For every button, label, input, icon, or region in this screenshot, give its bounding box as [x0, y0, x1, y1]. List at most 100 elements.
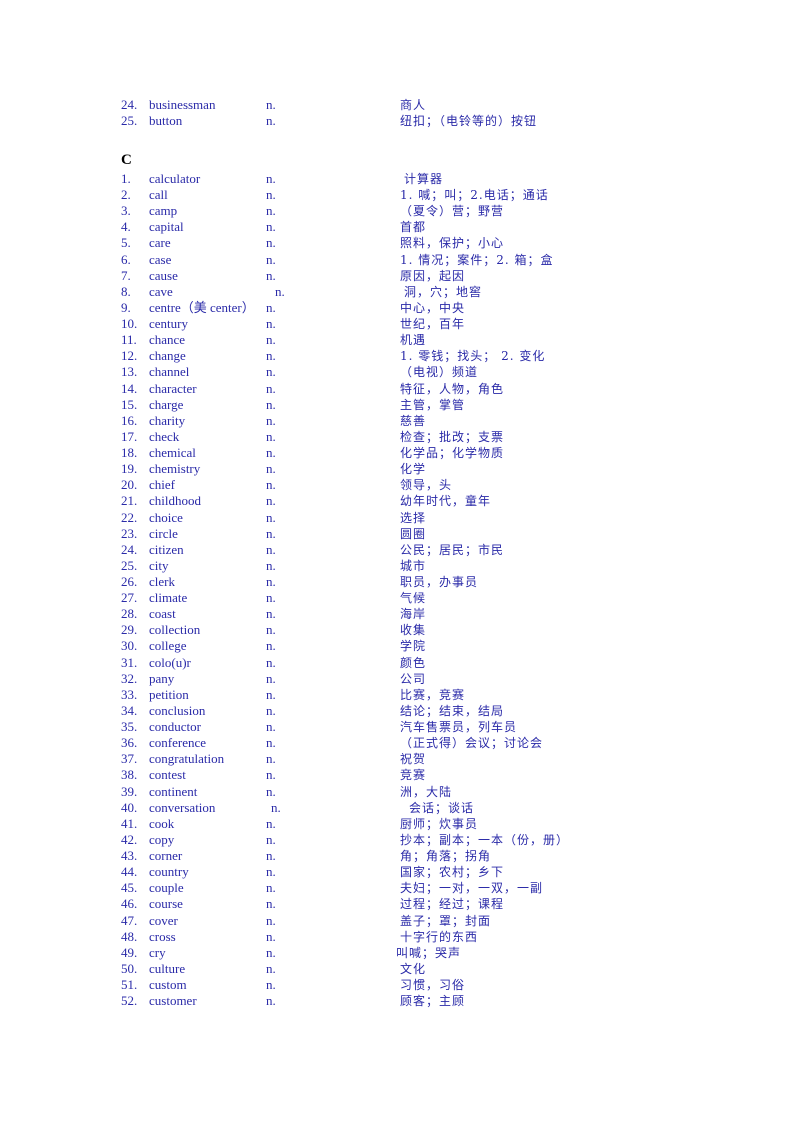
entry-word: continent — [149, 784, 198, 799]
vocab-entry: 34. conclusion n. 结论；结束，结局 — [0, 703, 800, 719]
vocab-entry: 51. custom n. 习惯，习俗 — [0, 977, 800, 993]
entry-number: 22. — [121, 510, 138, 525]
entry-pos: n. — [266, 896, 276, 911]
entry-number: 35. — [121, 719, 138, 734]
entry-word: chief — [149, 477, 175, 492]
entry-meaning: 盖子；罩；封面 — [400, 914, 492, 928]
entry-word: chemical — [149, 445, 196, 460]
vocab-entry: 22. choice n. 选择 — [0, 510, 800, 526]
entry-pos: n. — [266, 671, 276, 686]
vocab-entry: 33. petition n. 比赛，竞赛 — [0, 687, 800, 703]
entry-meaning: 洲，大陆 — [400, 785, 453, 799]
entry-word: conductor — [149, 719, 201, 734]
entry-pos: n. — [266, 977, 276, 992]
vocab-entry: 41. cook n. 厨师；炊事员 — [0, 816, 800, 832]
entry-meaning: 化学 — [400, 462, 427, 476]
entry-word: channel — [149, 364, 190, 379]
entry-number: 39. — [121, 784, 138, 799]
entry-meaning: 原因，起因 — [400, 269, 466, 283]
entry-word: centre（美 center） — [149, 300, 255, 315]
entry-meaning: 1. 情况；案件；2. 箱；盒 — [400, 253, 554, 267]
entry-meaning: 慈善 — [400, 414, 427, 428]
entry-number: 42. — [121, 832, 138, 847]
entry-number: 45. — [121, 880, 138, 895]
entry-meaning: 计算器 — [404, 172, 444, 186]
entry-number: 27. — [121, 590, 138, 605]
vocab-entry: 37. congratulation n. 祝贺 — [0, 751, 800, 767]
vocab-entry: 17. check n. 检查；批改；支票 — [0, 429, 800, 445]
entry-meaning: 照料，保护；小心 — [400, 236, 505, 250]
entry-meaning: 会话；谈话 — [409, 801, 475, 815]
vocab-entry: 43. corner n. 角；角落；拐角 — [0, 848, 800, 864]
entry-number: 31. — [121, 655, 138, 670]
vocab-entry: 25. button n. 纽扣；（电铃等的）按钮 — [0, 113, 800, 129]
entry-word: character — [149, 381, 197, 396]
entry-word: culture — [149, 961, 186, 976]
entry-number: 18. — [121, 445, 138, 460]
entry-word: coast — [149, 606, 176, 621]
entry-meaning: 城市 — [400, 559, 427, 573]
entry-number: 32. — [121, 671, 138, 686]
entry-pos: n. — [266, 767, 276, 782]
entry-meaning: 主管，掌管 — [400, 398, 466, 412]
entry-number: 48. — [121, 929, 138, 944]
entry-pos: n. — [266, 526, 276, 541]
entry-word: businessman — [149, 97, 216, 112]
entry-word: custom — [149, 977, 187, 992]
entry-pos: n. — [266, 993, 276, 1008]
entry-meaning: 十字行的东西 — [400, 930, 479, 944]
vocab-entry: 10. century n. 世纪，百年 — [0, 316, 800, 332]
entry-number: 51. — [121, 977, 138, 992]
vocab-entry: 46. course n. 过程；经过；课程 — [0, 896, 800, 912]
entry-meaning: 中心，中央 — [400, 301, 466, 315]
entry-word: conversation — [149, 800, 216, 815]
entry-meaning: 公司 — [400, 672, 427, 686]
entry-meaning: 1. 零钱；找头； 2. 变化 — [400, 349, 546, 363]
entry-word: couple — [149, 880, 184, 895]
vocab-entry: 49. cry n. 叫喊；哭声 — [0, 945, 800, 961]
entry-word: check — [149, 429, 180, 444]
entry-meaning: 比赛，竞赛 — [400, 688, 466, 702]
entry-number: 33. — [121, 687, 138, 702]
vocab-entry: 48. cross n. 十字行的东西 — [0, 929, 800, 945]
entry-word: chemistry — [149, 461, 201, 476]
entry-pos: n. — [266, 461, 276, 476]
entry-number: 49. — [121, 945, 138, 960]
vocab-entry: 38. contest n. 竞赛 — [0, 767, 800, 783]
entry-pos: n. — [266, 945, 276, 960]
entry-pos: n. — [266, 913, 276, 928]
entry-word: congratulation — [149, 751, 225, 766]
entry-meaning: 祝贺 — [400, 752, 427, 766]
entry-word: conclusion — [149, 703, 206, 718]
entry-pos: n. — [271, 800, 281, 815]
entry-pos: n. — [266, 880, 276, 895]
entry-meaning: （正式得）会议；讨论会 — [400, 736, 544, 750]
entry-pos: n. — [266, 929, 276, 944]
entry-meaning: 世纪，百年 — [400, 317, 466, 331]
vocab-entry: 47. cover n. 盖子；罩；封面 — [0, 913, 800, 929]
entry-pos: n. — [266, 235, 276, 250]
entry-pos: n. — [266, 558, 276, 573]
vocab-entry: 39. continent n. 洲，大陆 — [0, 784, 800, 800]
entry-number: 25. — [121, 558, 138, 573]
vocab-entry: 15. charge n. 主管，掌管 — [0, 397, 800, 413]
entry-number: 15. — [121, 397, 138, 412]
vocab-entry: 7. cause n. 原因，起因 — [0, 268, 800, 284]
entry-number: 52. — [121, 993, 138, 1008]
entry-number: 46. — [121, 896, 138, 911]
entry-word: climate — [149, 590, 188, 605]
entry-meaning: 首都 — [400, 220, 427, 234]
vocab-entry: 26. clerk n. 职员，办事员 — [0, 574, 800, 590]
entry-meaning: 圆圈 — [400, 527, 427, 541]
entry-meaning: 机遇 — [400, 333, 427, 347]
entry-number: 6. — [121, 252, 131, 267]
entry-word: cause — [149, 268, 178, 283]
entry-word: calculator — [149, 171, 201, 186]
entry-meaning: 汽车售票员，列车员 — [400, 720, 518, 734]
entry-word: case — [149, 252, 172, 267]
vocab-entry: 3. camp n. （夏令）营；野营 — [0, 203, 800, 219]
entry-word: corner — [149, 848, 183, 863]
entry-word: petition — [149, 687, 189, 702]
entry-word: circle — [149, 526, 178, 541]
entry-number: 16. — [121, 413, 138, 428]
